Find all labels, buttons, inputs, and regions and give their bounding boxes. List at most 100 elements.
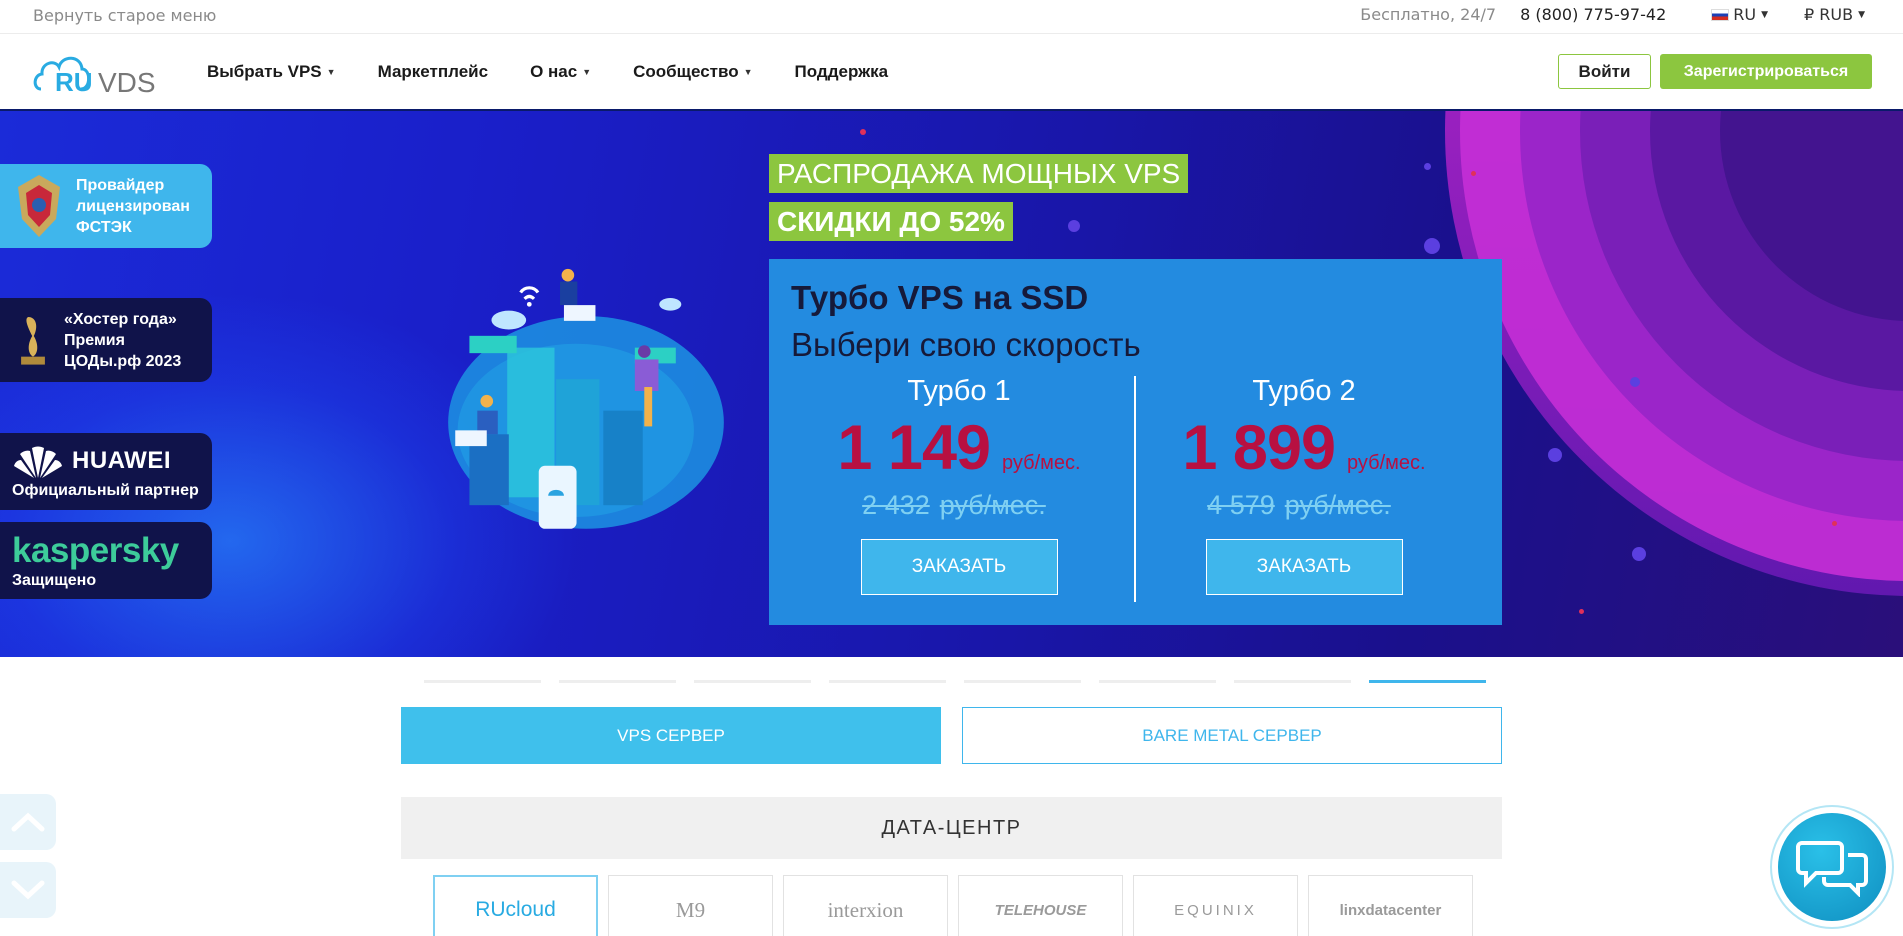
nav-label: Поддержка	[794, 62, 889, 81]
plan-name: Турбо 1	[907, 375, 1011, 407]
datacenter-rucloud[interactable]: RUcloud	[433, 875, 598, 936]
chat-button-inner	[1778, 813, 1886, 921]
hero-decor-dot	[860, 129, 866, 135]
hoster-text: «Хостер года» Премия ЦОДы.рф 2023	[64, 309, 181, 372]
currency-label: ₽ RUB	[1804, 5, 1854, 24]
order-button-turbo2[interactable]: ЗАКАЗАТЬ	[1205, 539, 1403, 595]
fstek-badge[interactable]: Провайдер лицензирован ФСТЭК	[0, 164, 212, 248]
datacenter-m9[interactable]: M9	[608, 875, 773, 936]
old-price: 2 432 руб/мес.	[794, 490, 1124, 521]
old-price-value: 2 432	[862, 490, 930, 520]
datacenter-label: interxion	[827, 897, 904, 922]
old-menu-link[interactable]: Вернуть старое меню	[33, 6, 216, 25]
kaspersky-logo: kaspersky	[12, 530, 179, 570]
slider-indicator[interactable]	[1099, 680, 1216, 683]
slider-indicator[interactable]	[1234, 680, 1351, 683]
slider-indicators	[424, 680, 1486, 683]
datacenter-label: RUcloud	[475, 898, 556, 921]
plan-card-turbo1: Турбо 1 1 149 руб/мес. 2 432 руб/мес. ЗАК…	[794, 375, 1124, 595]
nav-community[interactable]: Сообщество ▼	[633, 62, 752, 82]
nav-about[interactable]: О нас ▼	[530, 62, 591, 82]
huawei-flower-icon	[14, 446, 62, 478]
plan-divider	[1134, 376, 1136, 602]
price-unit: руб/мес.	[1002, 452, 1081, 474]
promo-subtitle: Выбери свою скорость	[791, 326, 1141, 363]
datacenter-equinix[interactable]: EQUINIX	[1133, 875, 1298, 936]
datacenter-label: TELEHOUSE	[994, 901, 1087, 919]
hero-banner[interactable]: Провайдер лицензирован ФСТЭК «Хостер год…	[0, 111, 1903, 657]
hero-decor-dot	[1424, 238, 1440, 254]
topbar-right: Бесплатно, 24/7 8 (800) 775-97-42 RU ▼ ₽…	[1360, 5, 1865, 24]
slider-indicator[interactable]	[694, 680, 811, 683]
old-price: 4 579 руб/мес.	[1139, 490, 1469, 521]
russia-flag-icon	[1711, 8, 1730, 21]
nav-choose-vps[interactable]: Выбрать VPS ▼	[207, 62, 336, 82]
huawei-partner-badge[interactable]: HUAWEI Официальный партнер	[0, 433, 212, 510]
datacenter-interxion[interactable]: interxion	[783, 875, 948, 936]
tab-vps-server[interactable]: VPS СЕРВЕР	[401, 707, 941, 764]
nav-label: Маркетплейс	[377, 62, 489, 81]
fstek-line: лицензирован	[76, 197, 190, 215]
register-button[interactable]: Зарегистрироваться	[1660, 54, 1872, 89]
slider-indicator[interactable]	[964, 680, 1081, 683]
datacenter-heading: ДАТА-ЦЕНТР	[401, 797, 1502, 859]
hero-decor-dot	[1424, 163, 1431, 170]
huawei-logo-text: HUAWEI	[72, 446, 171, 474]
caret-down-icon: ▼	[1858, 9, 1865, 20]
price-unit: руб/мес.	[1347, 452, 1426, 474]
price-value: 1 149	[837, 413, 991, 483]
chevron-down-icon	[11, 880, 45, 900]
top-bar: Вернуть старое меню Бесплатно, 24/7 8 (8…	[0, 0, 1903, 34]
login-button[interactable]: Войти	[1558, 54, 1651, 89]
kaspersky-badge[interactable]: kaspersky Защищено	[0, 522, 212, 599]
old-price-unit: руб/мес.	[1284, 490, 1391, 520]
chat-widget-button[interactable]	[1770, 805, 1894, 929]
kaspersky-subtitle: Защищено	[12, 571, 97, 589]
sale-label: РАСПРОДАЖА МОЩНЫХ VPS	[769, 154, 1189, 193]
hoster-line: «Хостер года»	[64, 310, 177, 328]
hero-decor-dot	[1630, 377, 1640, 387]
language-select[interactable]: RU ▼	[1711, 5, 1768, 24]
old-price-unit: руб/мес.	[939, 490, 1046, 520]
site-header: RU VDS Выбрать VPS ▼ Маркетплейс О нас ▼…	[0, 35, 1903, 111]
price-value: 1 899	[1182, 413, 1336, 483]
plan-price: 1 149 руб/мес.	[794, 412, 1124, 484]
support-hours: Бесплатно, 24/7	[1360, 5, 1497, 24]
logo-vds-text: VDS	[98, 67, 156, 98]
main-nav: Выбрать VPS ▼ Маркетплейс О нас ▼ Сообще…	[207, 62, 930, 82]
fstek-emblem-icon	[18, 175, 60, 237]
promo-card: Турбо VPS на SSD Выбери свою скорость Ту…	[769, 259, 1502, 625]
slider-indicator[interactable]	[424, 680, 541, 683]
huawei-logo: HUAWEI	[12, 444, 171, 478]
discount-label: СКИДКИ ДО 52%	[769, 202, 1013, 241]
tab-bare-metal[interactable]: BARE METAL СЕРВЕР	[962, 707, 1502, 764]
slider-indicator[interactable]	[1369, 680, 1486, 683]
hoster-line: ЦОДы.рф 2023	[64, 352, 182, 370]
nav-support[interactable]: Поддержка	[795, 62, 889, 82]
datacenter-label: M9	[675, 897, 706, 922]
hoster-award-badge[interactable]: «Хостер года» Премия ЦОДы.рф 2023	[0, 298, 212, 382]
datacenter-telehouse[interactable]: TELEHOUSE	[958, 875, 1123, 936]
plan-name: Турбо 2	[1252, 375, 1356, 407]
nav-label: Сообщество	[633, 62, 739, 81]
datacenter-list: RUcloud M9 interxion TELEHOUSE EQUINIX l…	[433, 875, 1473, 936]
order-button-turbo1[interactable]: ЗАКАЗАТЬ	[860, 539, 1058, 595]
caret-down-icon: ▼	[743, 67, 753, 77]
trophy-icon	[21, 317, 45, 365]
phone-link[interactable]: 8 (800) 775-97-42	[1520, 5, 1666, 24]
slider-indicator[interactable]	[829, 680, 946, 683]
nav-marketplace[interactable]: Маркетплейс	[378, 62, 488, 82]
plan-card-turbo2: Турбо 2 1 899 руб/мес. 4 579 руб/мес. ЗАК…	[1139, 375, 1469, 595]
old-price-value: 4 579	[1207, 490, 1275, 520]
language-label: RU	[1733, 5, 1757, 24]
scroll-up-button[interactable]	[0, 794, 56, 850]
plan-price: 1 899 руб/мес.	[1139, 412, 1469, 484]
caret-down-icon: ▼	[582, 67, 592, 77]
slider-indicator[interactable]	[559, 680, 676, 683]
ruvds-logo[interactable]: RU VDS	[33, 45, 158, 98]
nav-label: Выбрать VPS	[207, 62, 322, 81]
chat-bubbles-icon	[1796, 841, 1868, 897]
scroll-down-button[interactable]	[0, 862, 56, 918]
datacenter-linxdatacenter[interactable]: linxdatacenter	[1308, 875, 1473, 936]
currency-select[interactable]: ₽ RUB ▼	[1804, 5, 1865, 24]
